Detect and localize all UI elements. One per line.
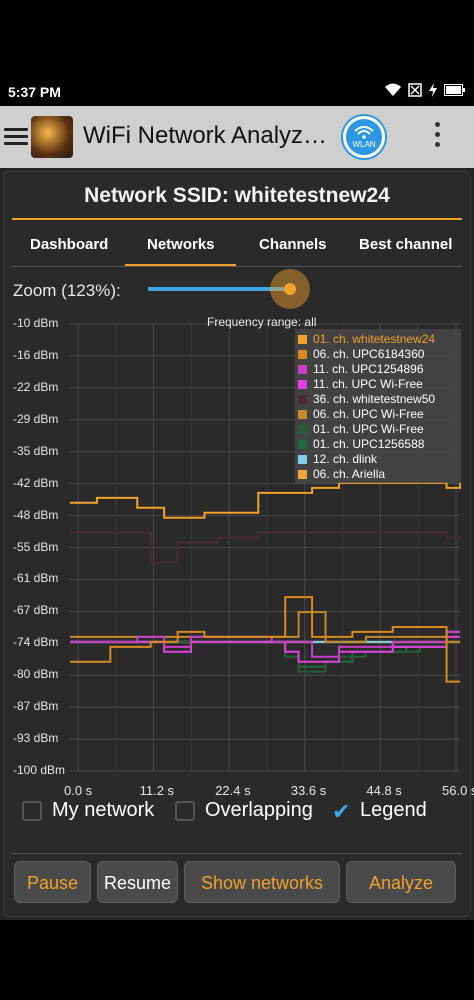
y-tick-label: -16 dBm	[13, 347, 59, 362]
frequency-range-label: Frequency range: all	[207, 315, 317, 329]
buttons-divider	[12, 853, 462, 854]
legend-item: 06. ch. UPC6184360	[298, 347, 424, 361]
legend-label: Legend	[360, 799, 427, 821]
legend-item: 01. ch. UPC Wi-Free	[298, 422, 424, 436]
legend-item: 12. ch. dlink	[298, 452, 377, 466]
legend-label: 12. ch. dlink	[313, 452, 378, 466]
battery-icon	[444, 84, 465, 96]
analyze-button[interactable]: Analyze	[346, 861, 456, 903]
tab-channels[interactable]: Channels	[259, 236, 327, 253]
legend-swatch	[298, 439, 307, 449]
more-options-icon[interactable]	[430, 122, 444, 152]
legend-toggle[interactable]: ✔ Legend	[330, 799, 427, 822]
chart-legend: 01. ch. whitetestnew24 06. ch. UPC6184360…	[295, 329, 461, 483]
y-tick-label: -42 dBm	[13, 475, 59, 490]
zoom-slider-thumb[interactable]	[284, 283, 296, 295]
overlapping-label: Overlapping	[205, 799, 313, 821]
legend-label: 36. ch. whitetestnew50	[313, 392, 436, 406]
app-logo	[31, 116, 73, 158]
resume-button[interactable]: Resume	[97, 861, 178, 903]
legend-label: 01. ch. UPC1256588	[313, 437, 425, 451]
status-bar: 5:37 PM	[0, 78, 474, 106]
y-tick-label: -67 dBm	[13, 603, 59, 618]
legend-label: 01. ch. UPC Wi-Free	[313, 422, 424, 436]
legend-item: 11. ch. UPC Wi-Free	[298, 377, 423, 391]
status-icons	[384, 83, 466, 97]
legend-swatch	[298, 409, 307, 419]
my-network-checkbox[interactable]	[22, 800, 42, 821]
legend-swatch	[298, 394, 307, 404]
tab-best-channel[interactable]: Best channel	[359, 236, 452, 253]
legend-swatch	[298, 454, 307, 464]
y-tick-label: -61 dBm	[13, 571, 59, 586]
legend-item: 11. ch. UPC1254896	[298, 362, 424, 376]
app-bar: WiFi Network Analyz…	[0, 106, 474, 168]
legend-label: 06. ch. Ariella	[313, 467, 386, 481]
wlan-label: WLAN	[352, 140, 376, 149]
y-tick-label: -55 dBm	[13, 539, 59, 554]
tab-dashboard[interactable]: Dashboard	[30, 236, 108, 253]
legend-label: 06. ch. UPC Wi-Free	[313, 407, 424, 421]
overlapping-checkbox[interactable]	[175, 800, 195, 821]
y-tick-label: -22 dBm	[13, 379, 59, 394]
navigation-bar-area	[0, 920, 474, 1000]
charging-icon	[429, 83, 437, 97]
pause-button[interactable]: Pause	[14, 861, 91, 903]
legend-label: 11. ch. UPC1254896	[313, 362, 424, 376]
x-tick-label: 56.0 s	[442, 783, 474, 798]
page-title: Network SSID: whitetestnew24	[84, 184, 390, 207]
legend-swatch	[298, 334, 307, 344]
y-tick-label: -35 dBm	[13, 443, 59, 458]
wifi-icon	[354, 126, 374, 139]
legend-item: 06. ch. Ariella	[298, 467, 385, 481]
legend-swatch	[298, 349, 307, 359]
legend-item: 01. ch. UPC1256588	[298, 437, 424, 451]
legend-item: 01. ch. whitetestnew24	[298, 332, 435, 346]
wifi-signal-icon	[385, 83, 401, 96]
x-tick-label: 11.2 s	[139, 783, 175, 798]
x-tick-label: 33.6 s	[290, 783, 327, 798]
y-tick-label: -29 dBm	[13, 411, 59, 426]
legend-swatch	[298, 364, 307, 374]
y-tick-label: -93 dBm	[13, 731, 59, 746]
wlan-button[interactable]: WLAN	[343, 116, 385, 158]
menu-icon[interactable]	[4, 128, 28, 146]
legend-label: 11. ch. UPC Wi-Free	[313, 377, 423, 391]
my-network-label: My network	[52, 799, 155, 821]
y-tick-label: -10 dBm	[13, 316, 59, 330]
y-tick-label: -87 dBm	[13, 699, 59, 714]
tabs-divider	[12, 266, 462, 267]
legend-item: 06. ch. UPC Wi-Free	[298, 407, 424, 421]
tab-networks[interactable]: Networks	[147, 236, 215, 253]
y-tick-label: -48 dBm	[13, 507, 59, 522]
app-title: WiFi Network Analyz…	[83, 122, 328, 149]
y-tick-label: -74 dBm	[13, 635, 59, 650]
legend-label: 06. ch. UPC6184360	[313, 347, 425, 361]
title-divider	[12, 218, 462, 220]
legend-checkbox-checked-icon[interactable]: ✔	[330, 800, 350, 822]
zoom-label: Zoom (123%):	[13, 281, 121, 300]
y-tick-label: -80 dBm	[13, 667, 59, 682]
legend-swatch	[298, 469, 307, 479]
no-sim-icon	[408, 83, 422, 97]
x-tick-label: 0.0 s	[64, 783, 93, 798]
overlapping-toggle[interactable]: Overlapping	[175, 799, 313, 822]
zoom-slider-fill[interactable]	[148, 287, 290, 291]
y-tick-label: -100 dBm	[13, 763, 66, 777]
legend-swatch	[298, 424, 307, 434]
status-time: 5:37 PM	[8, 84, 61, 100]
my-network-toggle[interactable]: My network	[22, 799, 154, 822]
legend-swatch	[298, 379, 307, 389]
legend-label: 01. ch. whitetestnew24	[313, 332, 436, 346]
show-networks-button[interactable]: Show networks	[184, 861, 340, 903]
x-tick-label: 22.4 s	[215, 783, 251, 798]
legend-item: 36. ch. whitetestnew50	[298, 392, 435, 406]
x-tick-label: 44.8 s	[366, 783, 402, 798]
